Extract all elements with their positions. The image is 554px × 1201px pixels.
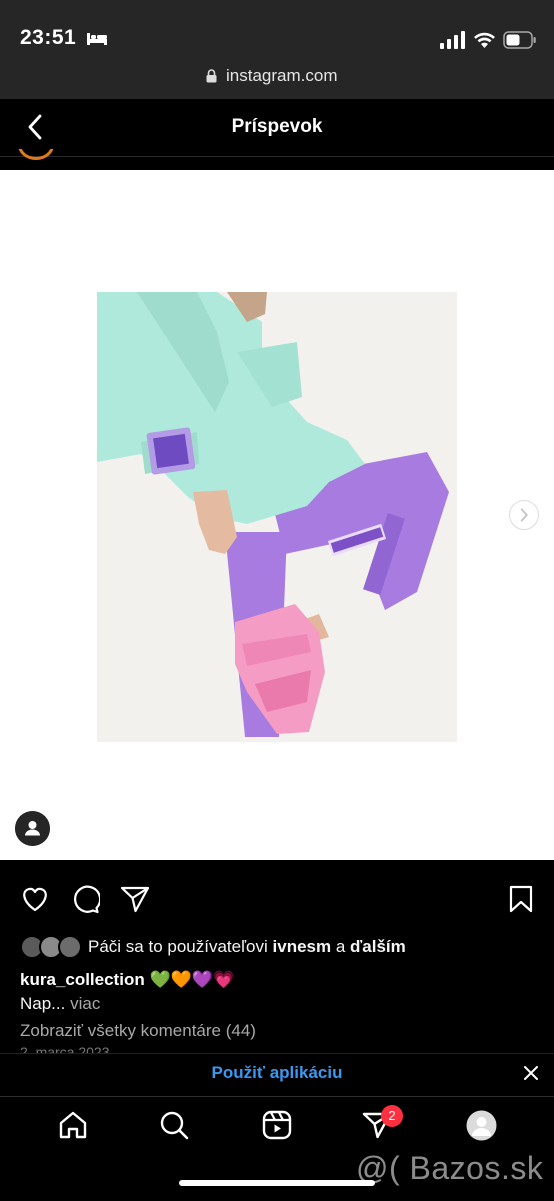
username-emojis: 💚🧡💜💗 <box>149 970 235 989</box>
home-indicator[interactable] <box>179 1180 375 1186</box>
bookmark-icon[interactable] <box>509 885 533 913</box>
user-icon[interactable] <box>15 811 50 846</box>
url-text[interactable]: instagram.com <box>226 66 337 86</box>
page-title: Príspevok <box>231 116 323 137</box>
use-app-button[interactable]: Použiť aplikáciu <box>0 1063 554 1083</box>
caption-text-row: Nap... viac <box>20 994 100 1014</box>
search-icon[interactable] <box>159 1110 189 1140</box>
product-photo <box>97 292 457 742</box>
status-time: 23:51 <box>20 26 77 49</box>
reels-icon[interactable] <box>262 1110 292 1140</box>
lock-icon <box>206 69 217 83</box>
chevron-right-icon[interactable] <box>509 500 539 530</box>
likes-joiner: a <box>335 937 346 956</box>
liked-by-others[interactable]: ďalším <box>350 937 406 956</box>
bazos-watermark: @( Bazos.sk <box>356 1150 544 1186</box>
wifi-icon <box>474 32 495 48</box>
liked-by-user[interactable]: ivnesm <box>273 937 332 956</box>
liked-by-avatars <box>20 935 82 959</box>
profile-icon[interactable] <box>466 1110 497 1141</box>
post-username[interactable]: kura_collection <box>20 970 145 989</box>
caption-text: Nap... <box>20 994 66 1013</box>
caption-header: kura_collection 💚🧡💜💗 <box>20 970 234 990</box>
likes-summary[interactable]: Páči sa to používateľovi ivnesm a ďalším <box>88 937 406 957</box>
view-comments-link[interactable]: Zobraziť všetky komentáre (44) <box>20 1021 256 1041</box>
bed-icon <box>87 33 107 45</box>
status-bar <box>0 0 554 62</box>
notifications-badge: 2 <box>381 1105 403 1127</box>
likes-prefix: Páči sa to používateľovi <box>88 937 268 956</box>
share-icon[interactable] <box>120 885 150 913</box>
signal-icon <box>440 31 465 49</box>
close-icon[interactable] <box>524 1066 538 1080</box>
heart-icon[interactable] <box>20 885 50 913</box>
battery-icon <box>503 31 536 49</box>
home-icon[interactable] <box>58 1110 88 1140</box>
caption-more-link[interactable]: viac <box>70 994 100 1013</box>
comment-icon[interactable] <box>70 884 100 914</box>
